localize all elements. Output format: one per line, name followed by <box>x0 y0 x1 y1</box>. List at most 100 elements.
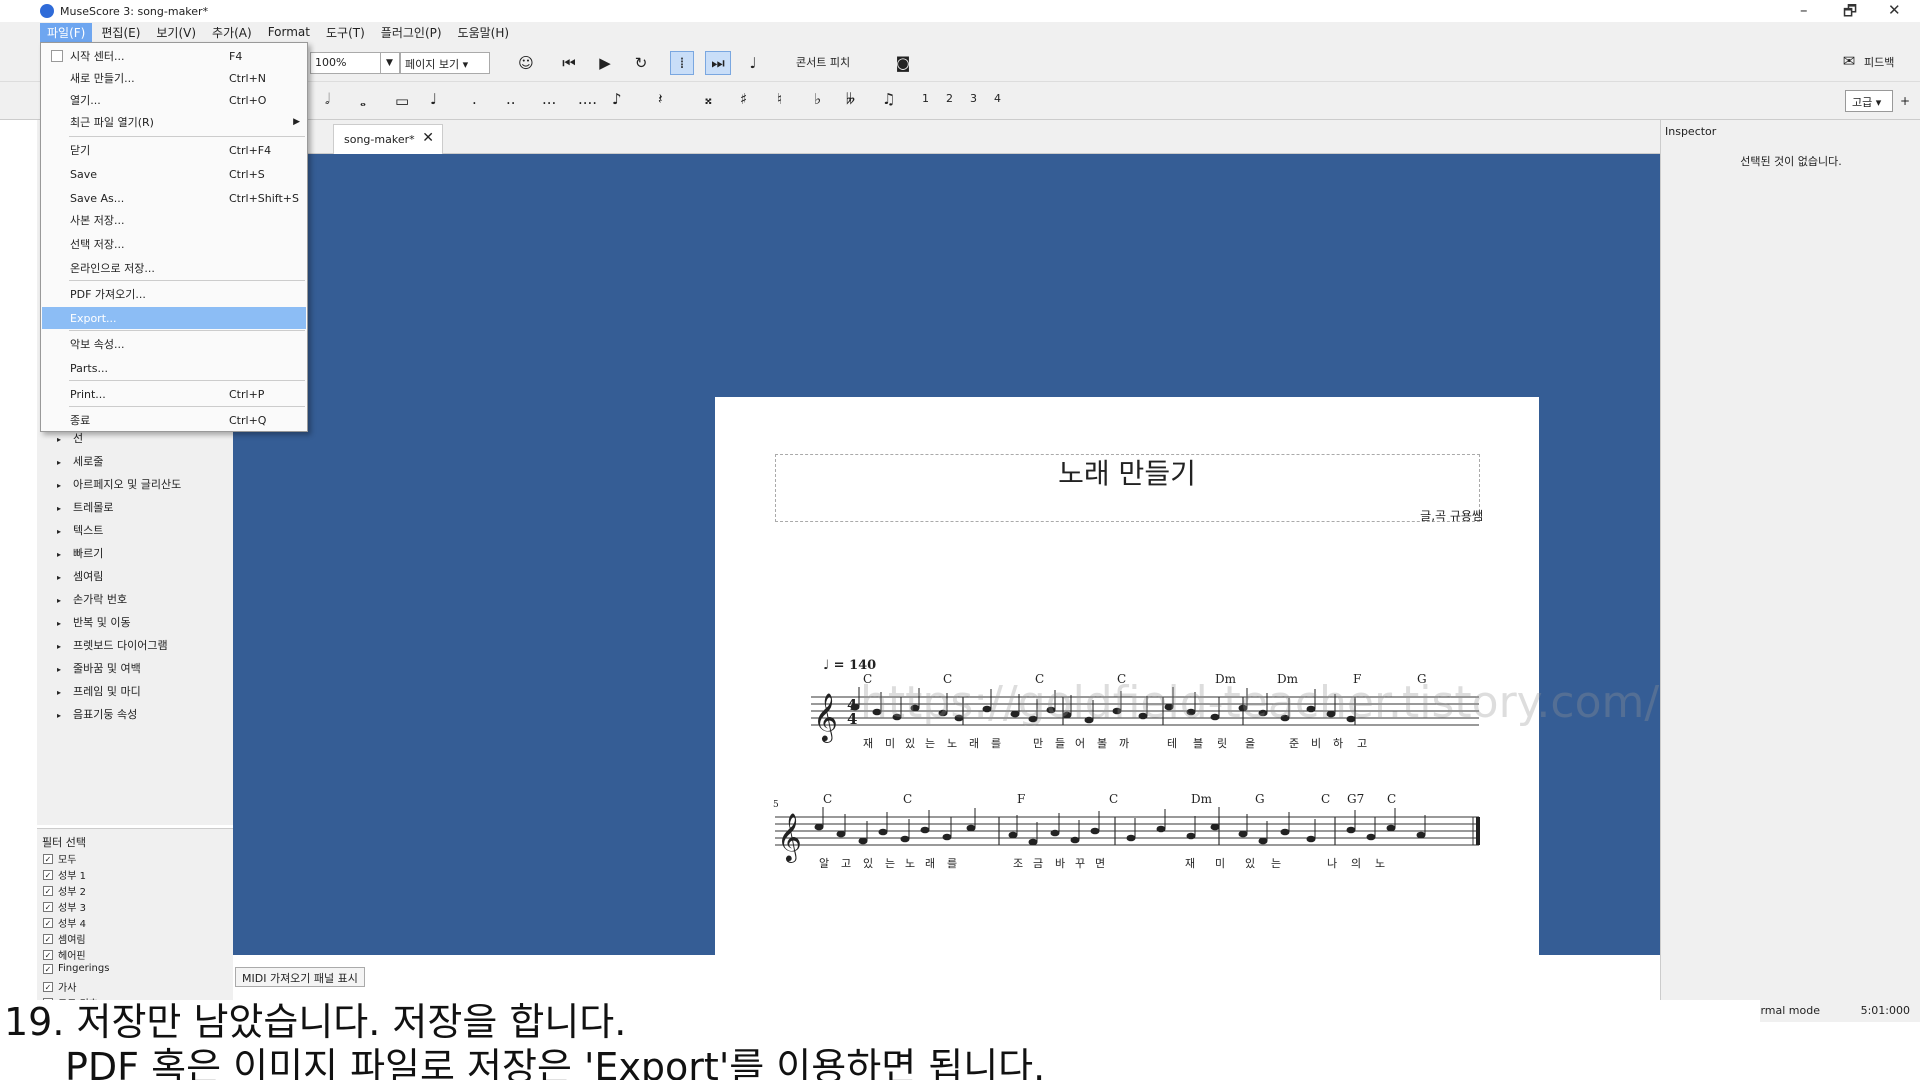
voice-2-button[interactable]: 2 <box>946 92 953 105</box>
note-head[interactable] <box>1366 833 1376 841</box>
menu-edit[interactable]: 편집(E) <box>94 23 147 42</box>
longa-icon[interactable]: ♩ <box>430 90 437 108</box>
menu-help[interactable]: 도움말(H) <box>451 23 517 42</box>
lyric-syllable[interactable]: 노 <box>1375 857 1385 870</box>
note-head[interactable] <box>814 823 824 831</box>
note-head[interactable] <box>1126 834 1136 842</box>
lyric-syllable[interactable]: 노 <box>905 857 915 870</box>
voice-1-button[interactable]: 1 <box>922 92 929 105</box>
palette-item[interactable]: ▸ 아르페지오 및 글리산도 <box>57 476 181 492</box>
menu-format[interactable]: Format <box>261 24 317 40</box>
filter-checkbox[interactable]: ✓ 헤어핀 <box>43 947 86 962</box>
note-head[interactable] <box>836 830 846 838</box>
note-head[interactable] <box>1090 827 1100 835</box>
chord-symbol[interactable]: C <box>1321 792 1330 806</box>
palette-item[interactable]: ▸ 트레몰로 <box>57 499 113 515</box>
lyric-syllable[interactable]: 고 <box>1357 737 1367 750</box>
note-head[interactable] <box>1050 829 1060 837</box>
note-head[interactable] <box>1258 837 1268 845</box>
chevron-down-icon[interactable]: ▼ <box>380 52 398 74</box>
note-head[interactable] <box>1156 825 1166 833</box>
palette-item[interactable]: ▸ 줄바꿈 및 여백 <box>57 660 141 676</box>
menu-item-close[interactable]: 닫기 Ctrl+F4 <box>42 139 306 161</box>
loop-in-icon[interactable]: ⁞ <box>670 51 694 75</box>
flat-icon[interactable]: ♭ <box>814 90 821 108</box>
chord-symbol[interactable]: Dm <box>1191 792 1213 806</box>
lyric-syllable[interactable]: 있 <box>863 857 873 870</box>
note-head[interactable] <box>858 837 868 845</box>
palette-item[interactable]: ▸ 음표기둥 속성 <box>57 706 137 722</box>
note-head[interactable] <box>966 824 976 832</box>
lyric-syllable[interactable]: 볼 <box>1097 737 1107 750</box>
menu-tools[interactable]: 도구(T) <box>319 23 372 42</box>
menu-item-open[interactable]: 열기... Ctrl+O <box>42 89 306 111</box>
lyric-syllable[interactable]: 금 <box>1033 857 1043 870</box>
menu-item-new[interactable]: 새로 만들기... Ctrl+N <box>42 67 306 89</box>
lyric-syllable[interactable]: 고 <box>841 857 851 870</box>
breve-icon[interactable]: ▭ <box>395 92 409 110</box>
note-head[interactable] <box>1306 835 1316 843</box>
chord-symbol[interactable]: C <box>1109 792 1118 806</box>
menu-item-score-properties[interactable]: 악보 속성... <box>42 333 306 355</box>
menu-item-open-recent[interactable]: 최근 파일 열기(R) ▶ <box>42 111 306 133</box>
lyric-syllable[interactable]: 를 <box>991 737 1001 750</box>
play-icon[interactable]: ▶ <box>594 52 616 74</box>
lyric-syllable[interactable]: 는 <box>925 737 935 750</box>
menu-view[interactable]: 보기(V) <box>149 23 203 42</box>
menu-item-save-online[interactable]: 온라인으로 저장... <box>42 257 306 279</box>
menu-item-parts[interactable]: Parts... <box>42 357 306 379</box>
menu-plugins[interactable]: 플러그인(P) <box>374 23 449 42</box>
lyric-syllable[interactable]: 조 <box>1013 857 1023 870</box>
menu-item-start-center[interactable]: 시작 센터... F4 <box>42 45 306 67</box>
filter-checkbox[interactable]: ✓ 성부 2 <box>43 883 86 898</box>
lyric-syllable[interactable]: 재 <box>1185 857 1195 870</box>
note-head[interactable] <box>1386 824 1396 832</box>
double-flat-icon[interactable]: 𝄫 <box>846 90 855 108</box>
whole-note-icon[interactable]: 𝅝 <box>360 92 366 110</box>
filter-checkbox[interactable]: ✓ 모두 <box>43 851 76 866</box>
chord-symbol[interactable]: C <box>823 792 832 806</box>
lyric-syllable[interactable]: 있 <box>905 737 915 750</box>
filter-checkbox[interactable]: ✓ 셈여림 <box>43 931 86 946</box>
quadruple-dot-icon[interactable]: .... <box>578 90 597 108</box>
menu-item-save[interactable]: Save Ctrl+S <box>42 163 306 185</box>
time-signature-bottom[interactable]: 4 <box>847 710 857 728</box>
menu-file[interactable]: 파일(F) <box>40 22 93 42</box>
lyric-syllable[interactable]: 래 <box>925 857 935 870</box>
lyric-syllable[interactable]: 노 <box>947 737 957 750</box>
concert-pitch-button[interactable]: 콘서트 피치 <box>796 54 850 70</box>
score-canvas[interactable]: 노래 만들기 글,곡 규용쌤 𝄞44♩ = 140CCCCDmDmFG재미있는노… <box>233 154 1660 1080</box>
lyric-syllable[interactable]: 는 <box>885 857 895 870</box>
palette-item[interactable]: ▸ 손가락 번호 <box>57 591 127 607</box>
palette-item[interactable]: ▸ 텍스트 <box>57 522 103 538</box>
filter-checkbox[interactable]: ✓ Fingerings <box>43 963 109 974</box>
mixer-icon[interactable]: ☺ <box>515 52 537 74</box>
palette-item[interactable]: ▸ 빠르기 <box>57 545 103 561</box>
close-button[interactable]: ✕ <box>1888 1 1901 19</box>
lyric-syllable[interactable]: 을 <box>1245 737 1255 750</box>
flip-direction-icon[interactable]: ♫ <box>882 90 895 108</box>
score-title[interactable]: 노래 만들기 <box>715 452 1539 492</box>
lyric-syllable[interactable]: 래 <box>969 737 979 750</box>
note-head[interactable] <box>1008 831 1018 839</box>
tab-song-maker[interactable]: song-maker* ✕ <box>333 124 443 154</box>
note-head[interactable] <box>1280 828 1290 836</box>
note-head[interactable] <box>1416 831 1426 839</box>
add-workspace-icon[interactable]: + <box>1900 94 1910 108</box>
triple-dot-icon[interactable]: ... <box>542 90 556 108</box>
double-dot-icon[interactable]: .. <box>506 90 516 108</box>
natural-icon[interactable]: ♮ <box>777 90 782 108</box>
voice-3-button[interactable]: 3 <box>970 92 977 105</box>
lyric-syllable[interactable]: 나 <box>1327 857 1337 870</box>
chord-symbol[interactable]: C <box>903 792 912 806</box>
rest-icon[interactable]: 𝄽 <box>658 90 663 108</box>
half-note-icon[interactable]: 𝅗𝅥 <box>325 90 330 108</box>
double-sharp-icon[interactable]: 𝄪 <box>705 90 712 108</box>
rewind-icon[interactable]: ⏮ <box>558 52 580 74</box>
palette-item[interactable]: ▸ 선 <box>57 430 83 446</box>
note-head[interactable] <box>1210 823 1220 831</box>
lyric-syllable[interactable]: 있 <box>1245 857 1255 870</box>
filter-checkbox[interactable]: ✓ 가사 <box>43 979 76 994</box>
lyric-syllable[interactable]: 를 <box>947 857 957 870</box>
sharp-icon[interactable]: ♯ <box>740 90 747 108</box>
